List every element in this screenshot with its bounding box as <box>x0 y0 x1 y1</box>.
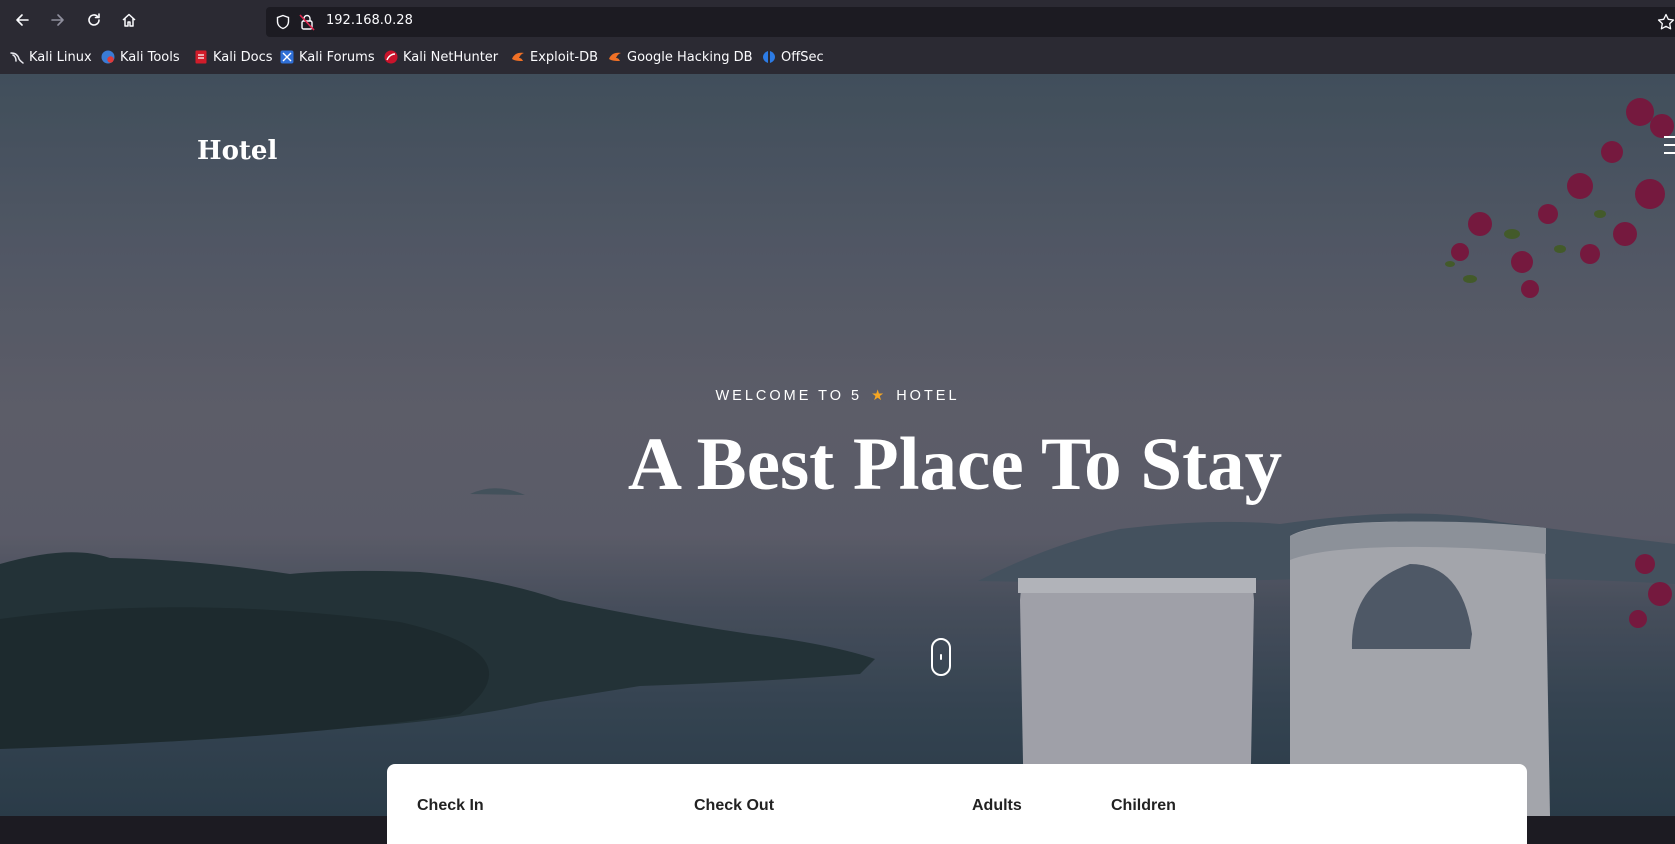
arrow-right-icon <box>51 14 64 26</box>
children-label: Children <box>1111 797 1176 814</box>
tracking-shield-icon <box>276 14 290 30</box>
scroll-down-mouse-icon[interactable] <box>931 638 951 676</box>
kali-tools-icon <box>101 50 115 64</box>
ghdb-icon <box>609 52 621 61</box>
arrow-left-icon <box>16 14 29 26</box>
reload-icon <box>88 13 100 26</box>
hero-section: Hotel WELCOME TO 5 ★ HOTEL A Best Place … <box>0 74 1675 816</box>
kali-dragon-icon <box>10 52 24 64</box>
bookmark-exploit-db[interactable]: Exploit-DB <box>511 49 598 65</box>
bookmark-kali-linux[interactable]: Kali Linux <box>10 49 92 65</box>
reload-button[interactable] <box>82 8 106 32</box>
bookmark-label: Kali Docs <box>213 49 273 65</box>
check-in-label: Check In <box>417 797 484 814</box>
bookmark-offsec[interactable]: OffSec <box>762 49 824 65</box>
adults-label: Adults <box>972 797 1022 814</box>
bookmark-label: Kali NetHunter <box>403 49 499 65</box>
bookmark-kali-docs[interactable]: Kali Docs <box>194 49 273 65</box>
bookmarks-toolbar: Kali Linux Kali Tools Kali Docs Kali For… <box>0 40 1675 75</box>
bookmark-label: Kali Tools <box>120 49 180 65</box>
booking-form: Check In Check Out Adults Children <box>387 764 1527 844</box>
bookmark-label: Kali Linux <box>29 49 92 65</box>
check-out-label: Check Out <box>694 797 775 814</box>
kali-forums-icon <box>280 50 294 64</box>
site-logo[interactable]: Hotel <box>197 136 277 166</box>
hero-headline: A Best Place To Stay <box>627 423 1283 506</box>
back-button[interactable] <box>10 8 34 32</box>
bookmark-label: OffSec <box>781 49 824 65</box>
welcome-tagline: WELCOME TO 5 ★ HOTEL <box>0 388 1675 404</box>
welcome-text: WELCOME TO 5 <box>715 388 863 404</box>
welcome-text-end: HOTEL <box>896 388 960 404</box>
menu-icon[interactable] <box>1664 134 1675 156</box>
bookmark-kali-nethunter[interactable]: Kali NetHunter <box>384 49 498 65</box>
url-text[interactable]: 192.168.0.28 <box>326 13 413 28</box>
bookmark-star-icon[interactable] <box>1657 13 1675 31</box>
home-icon <box>122 13 136 27</box>
bookmark-label: Exploit-DB <box>530 49 599 65</box>
bookmark-kali-forums[interactable]: Kali Forums <box>280 49 375 65</box>
star-icon: ★ <box>871 388 888 404</box>
bookmark-kali-tools[interactable]: Kali Tools <box>101 49 180 65</box>
bookmark-label: Kali Forums <box>299 49 375 65</box>
bookmark-label: Google Hacking DB <box>627 49 753 65</box>
bookmark-google-hacking-db[interactable]: Google Hacking DB <box>608 49 753 65</box>
forward-button[interactable] <box>46 8 70 32</box>
kali-nethunter-icon <box>384 50 398 64</box>
offsec-icon <box>763 51 775 63</box>
exploit-db-icon <box>512 52 524 61</box>
home-button[interactable] <box>117 8 141 32</box>
browser-toolbar: 192.168.0.28 <box>0 0 1675 40</box>
scroll-wheel <box>940 654 942 660</box>
kali-docs-icon <box>195 50 207 64</box>
url-bar[interactable]: 192.168.0.28 <box>266 7 1675 37</box>
insecure-lock-icon <box>299 14 315 31</box>
